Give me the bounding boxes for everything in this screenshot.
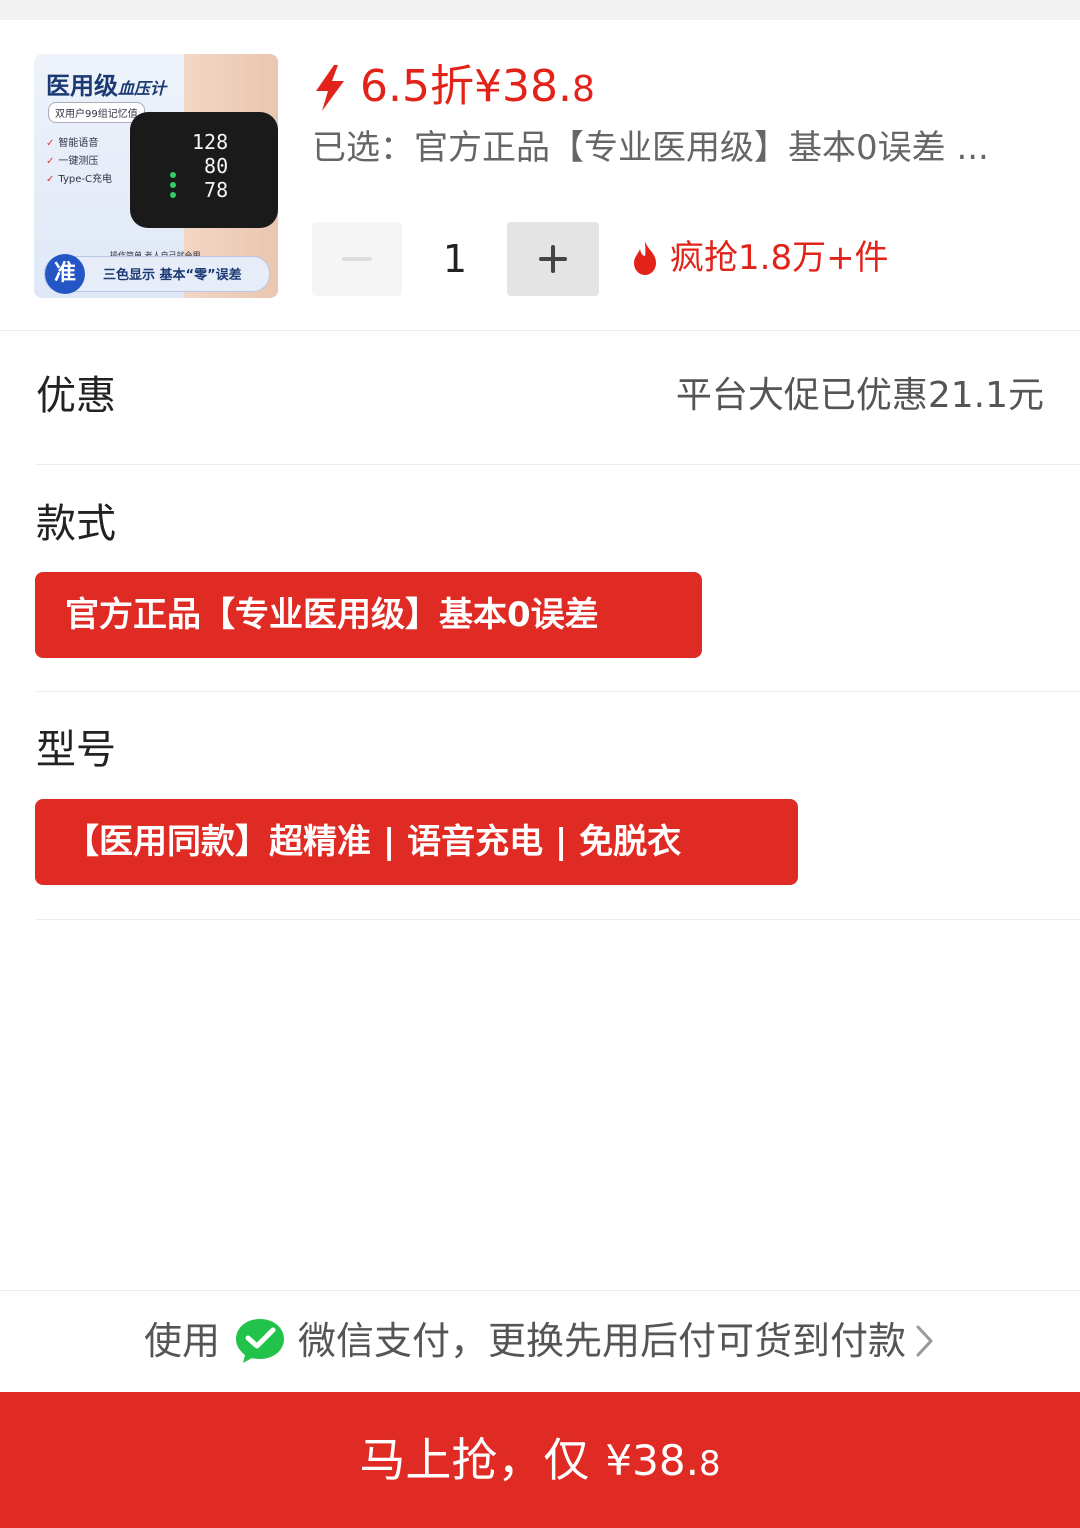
payment-prefix: 使用	[143, 1319, 220, 1363]
sheet-top-edge	[0, 0, 1080, 20]
divider	[36, 464, 1080, 465]
sku-selection-sheet: 医用级血压计 双用户99组记忆值 ✓ 智能语音 ✓ 一键测压 ✓ Type-C充电 1…	[0, 0, 1080, 1528]
buy-price-decimal: 8	[698, 1443, 721, 1484]
payment-method-text: 微信支付，更换先用后付可货到付款	[298, 1319, 907, 1363]
thumb-title-sub: 血压计	[118, 79, 167, 98]
thumb-feature-label: 智能语音	[58, 138, 99, 149]
wechat-pay-icon	[236, 1319, 284, 1363]
check-icon: ✓	[46, 174, 55, 185]
divider	[0, 330, 1080, 331]
quantity-minus-button[interactable]	[312, 222, 402, 296]
check-icon: ✓	[46, 156, 55, 167]
price-discount-text: 6.5折¥38.8	[360, 59, 595, 118]
fire-icon	[634, 241, 656, 275]
thumb-badge: 准	[45, 254, 85, 294]
style-option-chip[interactable]: 官方正品【专业医用级】基本0误差	[35, 572, 702, 658]
bolt-icon	[316, 65, 344, 111]
buy-now-button[interactable]: 马上抢，仅 ¥38.8	[0, 1392, 1080, 1528]
buy-now-label: 马上抢，仅	[359, 1433, 590, 1487]
price-main: 6.5折¥38.	[360, 60, 572, 112]
discount-label: 优惠	[36, 373, 116, 419]
thumb-bar-text: 三色显示 基本“零”误差	[103, 268, 242, 283]
payment-method-row[interactable]: 使用 微信支付，更换先用后付可货到付款	[0, 1310, 1080, 1372]
thumb-title: 医用级血压计	[46, 66, 166, 101]
divider	[36, 691, 1080, 692]
divider	[36, 919, 1080, 920]
thumb-feature: ✓ 智能语音	[46, 134, 98, 149]
buy-now-price: ¥38.8	[605, 1436, 720, 1485]
product-thumbnail[interactable]: 医用级血压计 双用户99组记忆值 ✓ 智能语音 ✓ 一键测压 ✓ Type-C充电 1…	[34, 54, 278, 298]
style-label: 款式	[36, 501, 116, 547]
quantity-plus-button[interactable]	[507, 222, 599, 296]
selected-sku-text: 已选：官方正品【专业医用级】基本0误差 ...	[312, 128, 989, 168]
thumb-screen-value: 78	[204, 178, 229, 202]
price-decimal: 8	[571, 68, 595, 110]
thumb-title-main: 医用级	[46, 72, 118, 100]
thumb-bottom-bar: 准 三色显示 基本“零”误差	[44, 254, 270, 294]
thumb-feature: ✓ Type-C充电	[46, 170, 112, 185]
thumb-feature-label: Type-C充电	[58, 174, 112, 185]
thumb-memory-note: 双用户99组记忆值	[48, 102, 145, 123]
thumb-feature: ✓ 一键测压	[46, 152, 98, 167]
thumb-feature-label: 一键测压	[58, 156, 99, 167]
divider	[0, 1290, 1080, 1291]
price-row: 6.5折¥38.8	[312, 58, 595, 118]
thumb-screen-value: 80	[204, 154, 229, 178]
check-icon: ✓	[46, 138, 55, 149]
thumb-screen-value: 128	[192, 130, 229, 154]
hot-sales-indicator: 疯抢1.8万+件	[630, 234, 889, 282]
hot-sales-text: 疯抢1.8万+件	[670, 238, 889, 278]
quantity-value[interactable]: 1	[404, 222, 506, 296]
model-option-chip[interactable]: 【医用同款】超精准 | 语音充电 | 免脱衣	[35, 799, 798, 885]
thumb-device-screen: 128 80 78	[192, 130, 228, 202]
thumb-device-image: 128 80 78	[130, 112, 278, 228]
thumb-device-leds	[170, 172, 176, 202]
chevron-right-icon	[916, 1325, 933, 1357]
discount-value: 平台大促已优惠21.1元	[675, 375, 1044, 416]
model-label: 型号	[36, 727, 116, 773]
buy-price-main: ¥38.	[605, 1435, 699, 1485]
